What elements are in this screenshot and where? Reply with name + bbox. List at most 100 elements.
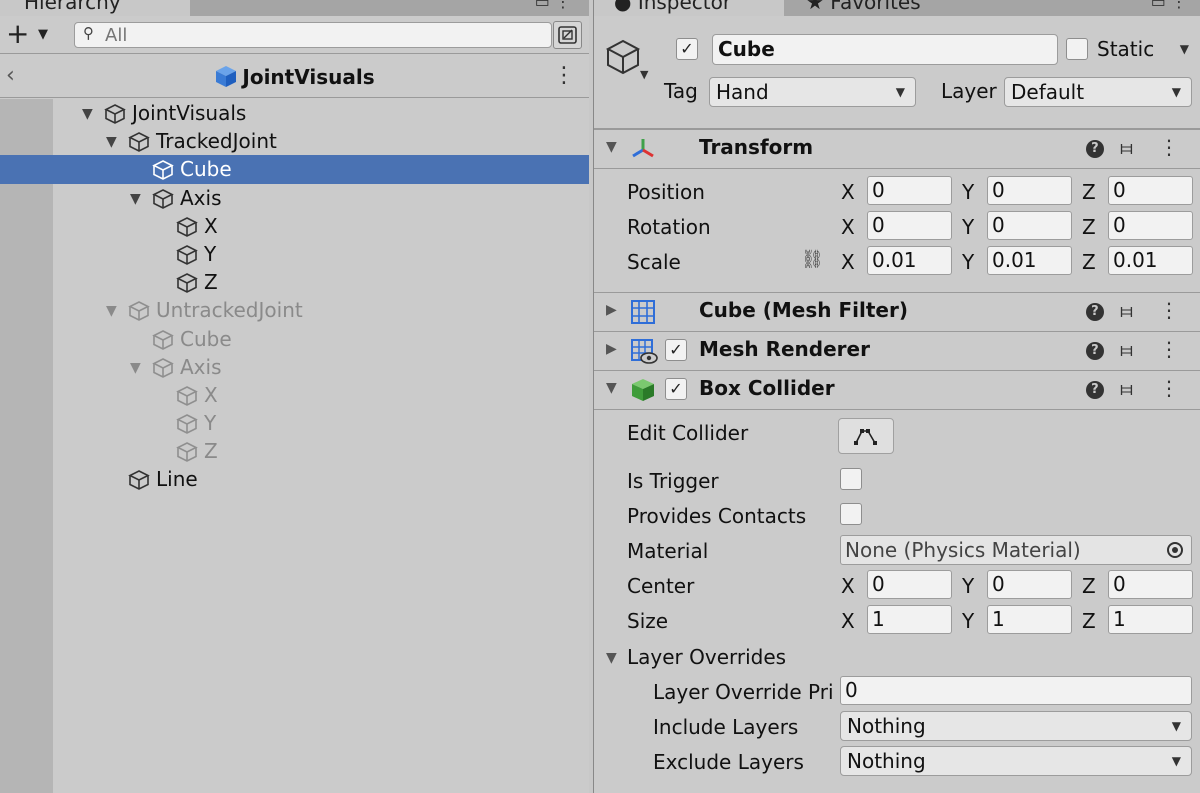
mesh-filter-header[interactable]: ▶ Cube (Mesh Filter) ? ⧦ ⋮ (594, 292, 1200, 332)
hierarchy-row[interactable]: X (0, 212, 589, 240)
gameobject-icon-picker[interactable]: ▼ (604, 38, 648, 81)
static-label: Static (1097, 37, 1155, 61)
plus-icon: + (6, 17, 30, 50)
kebab-menu-icon[interactable]: ⋮ (1159, 376, 1189, 400)
scale-y-field[interactable]: 0.01 (987, 246, 1072, 275)
presets-icon[interactable]: ⧦ (1120, 376, 1142, 400)
foldout-collapsed-icon[interactable]: ▶ (606, 341, 617, 357)
foldout-expanded-icon[interactable]: ▼ (106, 128, 117, 156)
hierarchy-row[interactable]: Cube (0, 325, 589, 353)
rotation-z-field[interactable]: 0 (1108, 211, 1193, 240)
presets-icon[interactable]: ⧦ (1120, 298, 1142, 322)
rotation-x-field[interactable]: 0 (867, 211, 952, 240)
prefab-blue-cube-icon (216, 66, 237, 87)
hierarchy-row[interactable]: Y (0, 409, 589, 437)
hierarchy-row[interactable]: ▼ JointVisuals (0, 99, 589, 127)
object-name-field[interactable]: Cube (712, 34, 1058, 65)
edit-collider-button[interactable] (838, 418, 894, 454)
kebab-menu-icon[interactable]: ⋮ (1159, 337, 1189, 361)
material-field[interactable]: None (Physics Material) (840, 535, 1192, 565)
foldout-expanded-icon[interactable]: ▼ (130, 185, 141, 213)
foldout-expanded-icon[interactable]: ▼ (82, 100, 93, 128)
exclude-layers-dropdown[interactable]: Nothing ▼ (840, 746, 1192, 776)
box-collider-enabled-checkbox[interactable]: ✓ (665, 378, 687, 400)
help-icon[interactable]: ? (1085, 303, 1104, 321)
position-z-field[interactable]: 0 (1108, 176, 1193, 205)
include-layers-dropdown[interactable]: Nothing ▼ (840, 711, 1192, 741)
foldout-collapsed-icon[interactable]: ▶ (606, 302, 617, 318)
hierarchy-row[interactable]: ▼ TrackedJoint (0, 127, 589, 155)
kebab-menu-icon[interactable]: ⋮ (1159, 298, 1189, 322)
foldout-expanded-icon[interactable]: ▼ (606, 650, 617, 666)
mesh-filter-title: Cube (Mesh Filter) (699, 298, 908, 322)
scale-z-field[interactable]: 0.01 (1108, 246, 1193, 275)
active-checkbox[interactable]: ✓ (676, 38, 698, 60)
tab-menu-icon[interactable]: ▭ ⋮ (535, 0, 571, 11)
static-checkbox[interactable] (1066, 38, 1088, 60)
foldout-expanded-icon[interactable]: ▼ (106, 297, 117, 325)
hierarchy-toolbar: + ▼ ⚲ (0, 16, 589, 54)
object-picker-icon[interactable] (1167, 542, 1183, 558)
mesh-renderer-enabled-checkbox[interactable]: ✓ (665, 339, 687, 361)
presets-icon[interactable]: ⧦ (1120, 135, 1142, 159)
foldout-expanded-icon[interactable]: ▼ (130, 354, 141, 382)
constrain-proportions-icon[interactable]: ⛓ (801, 249, 824, 270)
layer-override-priority-field[interactable]: 0 (840, 676, 1192, 705)
help-icon[interactable]: ? (1085, 140, 1104, 158)
layer-overrides-label: Layer Overrides (627, 645, 787, 669)
hierarchy-row[interactable]: Z (0, 268, 589, 296)
size-z-field[interactable]: 1 (1108, 605, 1193, 634)
hierarchy-row[interactable]: Line (0, 465, 589, 493)
help-icon[interactable]: ? (1085, 342, 1104, 360)
static-dropdown-icon[interactable]: ▼ (1180, 42, 1189, 56)
rotation-y-field[interactable]: 0 (987, 211, 1072, 240)
hierarchy-row[interactable]: Z (0, 437, 589, 465)
more-options-icon[interactable]: ⋮ (553, 63, 575, 88)
gameobject-cube-icon (128, 469, 150, 498)
hierarchy-panel: Hierarchy ▭ ⋮ +▼ ⚲ ‹ JointVisuals (0, 0, 589, 793)
hierarchy-tab-bar: Hierarchy ▭ ⋮ (0, 0, 589, 16)
provides-contacts-checkbox[interactable] (840, 503, 862, 525)
mesh-renderer-header[interactable]: ▶ ✓ Mesh Renderer ? ⧦ ⋮ (594, 331, 1200, 371)
presets-icon[interactable]: ⧦ (1120, 337, 1142, 361)
foldout-expanded-icon[interactable]: ▼ (606, 139, 617, 155)
hierarchy-row[interactable]: ▼ Axis (0, 353, 589, 381)
component-tools: ? ⧦ ⋮ (1085, 376, 1189, 400)
tag-dropdown[interactable]: Hand ▼ (709, 77, 916, 107)
hierarchy-row[interactable]: ▼ Axis (0, 184, 589, 212)
create-button[interactable]: + ▼ (6, 19, 56, 49)
foldout-expanded-icon[interactable]: ▼ (606, 380, 617, 396)
mesh-renderer-title: Mesh Renderer (699, 337, 870, 361)
scene-visibility-button[interactable] (553, 21, 582, 49)
exclude-layers-value: Nothing (847, 749, 926, 773)
center-y-field[interactable]: 0 (987, 570, 1072, 599)
inspector-tab[interactable]: ● Inspector (594, 0, 784, 16)
search-input[interactable] (105, 24, 545, 46)
favorites-tab[interactable]: ★ Favorites (786, 0, 986, 16)
layer-value: Default (1011, 80, 1085, 104)
kebab-menu-icon[interactable]: ⋮ (1159, 135, 1189, 159)
layer-dropdown[interactable]: Default ▼ (1004, 77, 1192, 107)
center-x-field[interactable]: 0 (867, 570, 952, 599)
hierarchy-row[interactable]: Y (0, 240, 589, 268)
component-tools: ? ⧦ ⋮ (1085, 135, 1189, 159)
hierarchy-row[interactable]: Cube (0, 155, 589, 184)
inspector-panel: ● Inspector ★ Favorites ▭ ⋮ ▼ ✓ Cube Sta… (593, 0, 1200, 793)
hierarchy-search[interactable]: ⚲ (74, 22, 552, 48)
center-z-field[interactable]: 0 (1108, 570, 1193, 599)
hierarchy-row[interactable]: X (0, 381, 589, 409)
size-x-field[interactable]: 1 (867, 605, 952, 634)
transform-header[interactable]: ▼ Transform ? ⧦ ⋮ (594, 129, 1200, 169)
hierarchy-row-label: Y (204, 411, 217, 436)
is-trigger-checkbox[interactable] (840, 468, 862, 490)
tab-menu-icon[interactable]: ▭ ⋮ (1151, 0, 1187, 11)
position-y-field[interactable]: 0 (987, 176, 1072, 205)
scale-x-field[interactable]: 0.01 (867, 246, 952, 275)
position-x-field[interactable]: 0 (867, 176, 952, 205)
help-icon[interactable]: ? (1085, 381, 1104, 399)
inspector-tab-bar: ● Inspector ★ Favorites ▭ ⋮ (594, 0, 1200, 16)
hierarchy-row[interactable]: ▼ UntrackedJoint (0, 296, 589, 324)
size-y-field[interactable]: 1 (987, 605, 1072, 634)
box-collider-header[interactable]: ▼ ✓ Box Collider ? ⧦ ⋮ (594, 370, 1200, 410)
hierarchy-tab[interactable]: Hierarchy (0, 0, 190, 16)
